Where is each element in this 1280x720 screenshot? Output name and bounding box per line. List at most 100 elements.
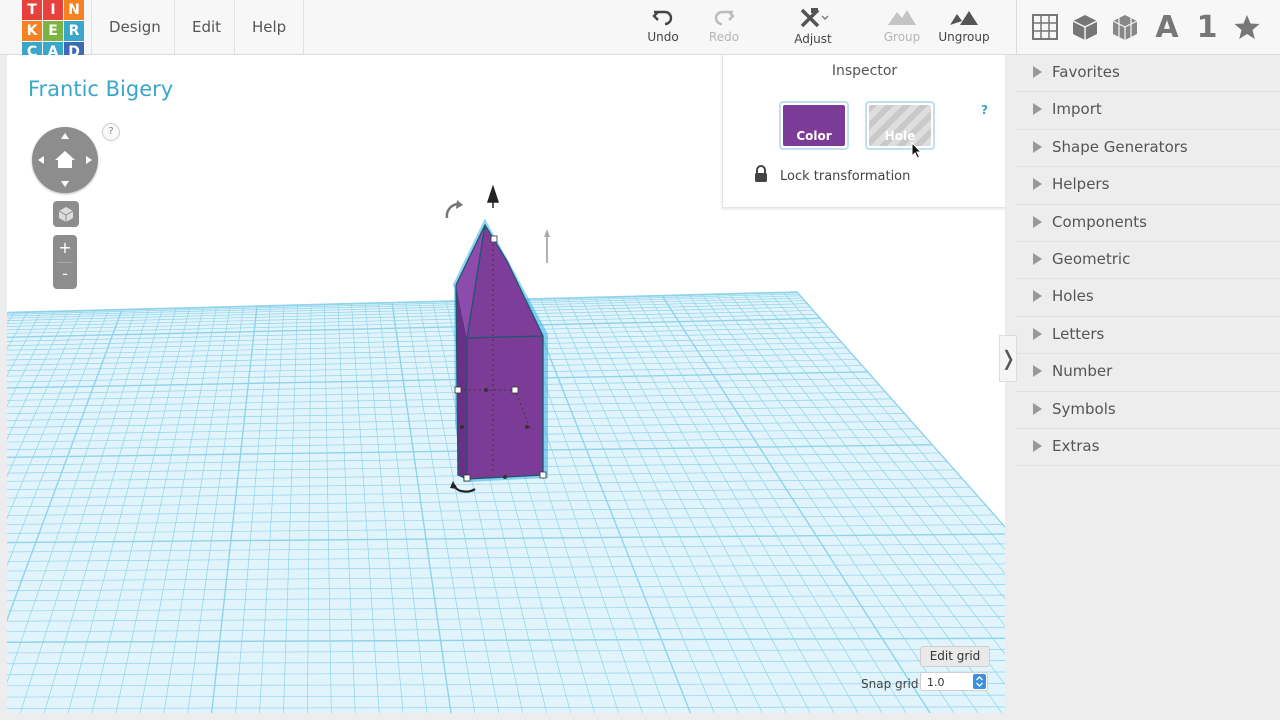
sidebar-category[interactable]: Geometric [1016,242,1280,280]
ungroup-label: Ungroup [938,30,990,44]
sidebar-category[interactable]: Favorites [1016,55,1280,93]
menu-design[interactable]: Design [91,0,178,54]
wireframe-box-icon[interactable] [1107,9,1143,45]
sidebar-category[interactable]: Components [1016,205,1280,242]
sidebar-category-label: Letters [1052,324,1105,343]
adjust-icon [800,8,829,28]
sidebar-collapse-button[interactable]: ❭ [999,335,1017,382]
sidebar-category-label: Components [1052,212,1147,231]
workplane-viewport[interactable]: Frantic Bigery ? + - Inspector ? Color H… [7,55,1005,713]
sidebar-category-label: Number [1052,362,1113,381]
resize-handle[interactable] [511,386,519,394]
sidebar-category[interactable]: Letters [1016,317,1280,355]
inspector-panel: Inspector ? Color Hole Lock transformati… [722,55,1005,208]
lock-transformation-toggle[interactable]: Lock transformation [755,165,911,184]
redo-button[interactable]: Redo [694,6,754,44]
adjust-button[interactable]: Adjust [783,6,843,46]
sidebar-category-label: Helpers [1052,175,1110,194]
design-title[interactable]: Frantic Bigery [28,77,173,101]
letter-icon[interactable]: A [1149,9,1185,45]
menu-help[interactable]: Help [234,0,305,54]
logo-letter: K [22,21,42,41]
sidebar-category[interactable]: Extras [1016,429,1280,467]
expand-triangle-icon [1033,215,1042,228]
color-swatch-button[interactable]: Color [779,101,849,150]
expand-triangle-icon [1033,290,1042,303]
color-label: Color [796,129,832,143]
logo-letter: T [22,0,42,20]
sidebar-category-label: Geometric [1052,249,1131,268]
pan-left-icon[interactable] [38,156,44,164]
resize-handle[interactable] [463,474,471,482]
expand-triangle-icon [1033,327,1042,340]
snap-grid-select[interactable]: 1.0 [920,672,988,691]
sidebar-category[interactable]: Symbols [1016,392,1280,429]
sidebar-category-label: Shape Generators [1052,137,1188,156]
grid-icon[interactable] [1027,9,1063,45]
resize-handle[interactable] [454,386,462,394]
snap-grid-label: Snap grid [861,677,919,691]
resize-handle[interactable] [539,471,547,479]
top-toolbar: T I N K E R C A D Design Edit Help Undo … [0,0,1280,62]
lock-label: Lock transformation [780,169,911,184]
shape-tools: A 1 [1016,0,1260,54]
expand-triangle-icon [1033,402,1042,415]
pan-up-icon[interactable] [61,133,69,139]
star-icon[interactable] [1229,9,1265,45]
expand-triangle-icon [1033,103,1042,116]
mouse-cursor-icon [911,142,923,159]
select-arrows-icon [973,674,986,689]
snap-grid-value: 1.0 [927,676,945,689]
sidebar-category[interactable]: Shape Generators [1016,130,1280,168]
logo-letter: N [64,0,84,20]
number-icon[interactable]: 1 [1189,9,1225,45]
sidebar-category-label: Import [1052,100,1102,119]
pan-down-icon[interactable] [61,181,69,187]
resize-handle[interactable] [490,235,498,243]
zoom-in-button[interactable]: + [53,236,77,262]
box-icon[interactable] [1067,9,1103,45]
group-label: Group [883,30,921,44]
redo-icon [714,10,735,26]
zoom-out-button[interactable]: - [53,262,77,288]
sidebar-category-label: Extras [1052,436,1100,455]
hole-label: Hole [884,129,916,143]
home-view-icon[interactable] [55,151,75,168]
logo-letter: R [64,21,84,41]
inspector-title: Inspector [831,63,898,79]
shape-library-sidebar: Favorites Import Shape Generators Helpers Co… [1016,55,1280,467]
sidebar-category[interactable]: Helpers [1016,167,1280,205]
zoom-controls: + - [53,235,77,289]
ungroup-button[interactable]: Ungroup [934,6,994,44]
undo-button[interactable]: Undo [633,6,693,44]
redo-label: Redo [708,30,740,44]
sidebar-category[interactable]: Number [1016,354,1280,392]
expand-triangle-icon [1033,439,1042,452]
menu-edit[interactable]: Edit [174,0,238,54]
pan-right-icon[interactable] [86,156,92,164]
view-help-button[interactable]: ? [102,123,120,141]
logo-letter: I [43,0,63,20]
sidebar-category-label: Favorites [1052,63,1120,81]
hole-swatch-button[interactable]: Hole [865,101,935,159]
adjust-label: Adjust [794,32,832,46]
group-icon [888,10,916,25]
sidebar-category-label: Symbols [1052,399,1116,418]
edit-grid-button[interactable]: Edit grid [920,646,990,667]
group-button[interactable]: Group [872,6,932,44]
expand-triangle-icon [1033,365,1042,378]
expand-triangle-icon [1033,178,1042,191]
undo-label: Undo [647,30,679,44]
orthographic-view-button[interactable] [53,201,79,227]
undo-icon [652,10,673,26]
tinkercad-logo[interactable]: T I N K E R C A D [22,0,86,62]
expand-triangle-icon [1033,66,1042,78]
ungroup-icon [950,11,978,25]
sidebar-category[interactable]: Holes [1016,279,1280,317]
sidebar-category[interactable]: Import [1016,92,1280,130]
lock-icon [755,165,767,182]
logo-letter: E [43,21,63,41]
view-navigation-pad[interactable] [32,127,98,193]
cube-icon [58,207,74,222]
inspector-help-button[interactable]: ? [981,103,988,117]
